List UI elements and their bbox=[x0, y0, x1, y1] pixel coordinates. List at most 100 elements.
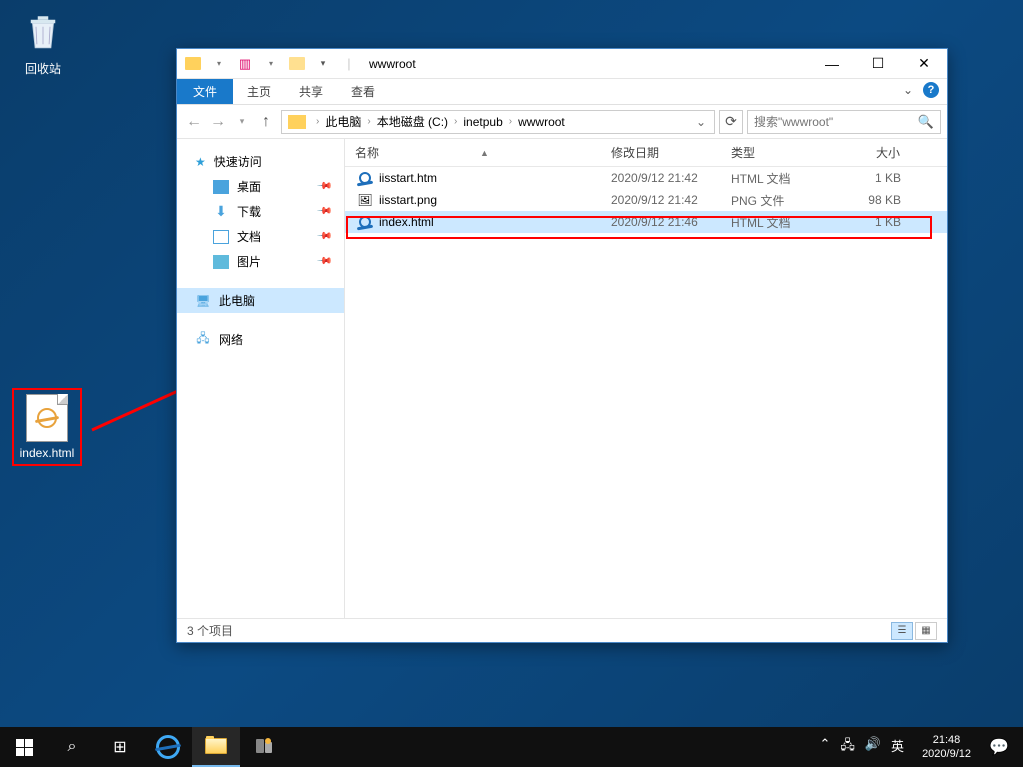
breadcrumb-root[interactable]: 此电脑 bbox=[325, 113, 361, 130]
search-icon[interactable]: 🔍 bbox=[918, 114, 934, 130]
sidebar-desktop[interactable]: 桌面 📌 bbox=[177, 174, 344, 199]
search-box[interactable]: 🔍 bbox=[747, 110, 941, 134]
taskbar-clock[interactable]: 21:48 2020/9/12 bbox=[914, 733, 979, 762]
tray-network-icon[interactable]: 🖧 bbox=[840, 736, 855, 758]
pin-icon: 📌 bbox=[315, 253, 332, 270]
view-details-icon[interactable]: ☰ bbox=[891, 622, 913, 640]
nav-history-icon[interactable]: ▾ bbox=[231, 111, 253, 133]
ie-file-icon bbox=[357, 170, 373, 186]
sidebar-label: 桌面 bbox=[237, 178, 261, 195]
image-file-icon: 🖼 bbox=[357, 192, 373, 208]
chevron-right-icon[interactable]: › bbox=[509, 116, 512, 127]
breadcrumb-dir1[interactable]: inetpub bbox=[463, 115, 502, 129]
refresh-icon[interactable]: ⟳ bbox=[719, 110, 743, 134]
qat-newfolder-icon[interactable] bbox=[285, 53, 309, 75]
file-date: 2020/9/12 21:46 bbox=[601, 215, 721, 229]
file-size: 98 KB bbox=[841, 193, 911, 207]
tray-sound-icon[interactable]: 🔊 bbox=[865, 736, 881, 758]
file-row-selected[interactable]: index.html 2020/9/12 21:46 HTML 文档 1 KB bbox=[345, 211, 947, 233]
tray-ime-icon[interactable]: 英 bbox=[891, 736, 904, 758]
pin-icon: 📌 bbox=[315, 203, 332, 220]
desktop-file-index[interactable]: index.html bbox=[12, 388, 82, 466]
sidebar-downloads[interactable]: ⬇ 下载 📌 bbox=[177, 199, 344, 224]
tab-home[interactable]: 主页 bbox=[233, 79, 285, 104]
nav-back-icon[interactable]: ← bbox=[183, 111, 205, 133]
view-icons-icon[interactable]: ▦ bbox=[915, 622, 937, 640]
sidebar-quick-access[interactable]: ★ 快速访问 bbox=[177, 149, 344, 174]
sidebar-label: 快速访问 bbox=[214, 153, 262, 170]
tab-file[interactable]: 文件 bbox=[177, 79, 233, 104]
file-name: iisstart.png bbox=[379, 193, 437, 207]
sidebar-label: 网络 bbox=[219, 331, 243, 348]
search-button[interactable]: ⌕ bbox=[48, 727, 96, 767]
tray-up-icon[interactable]: ⌃ bbox=[819, 736, 830, 758]
minimize-button[interactable]: — bbox=[809, 49, 855, 78]
taskbar-explorer[interactable] bbox=[192, 727, 240, 767]
sort-asc-icon: ▲ bbox=[480, 148, 489, 158]
file-date: 2020/9/12 21:42 bbox=[601, 193, 721, 207]
file-row[interactable]: iisstart.htm 2020/9/12 21:42 HTML 文档 1 K… bbox=[345, 167, 947, 189]
file-explorer-window: ▾ ▥ ▾ ▾ | wwwroot — ☐ ✕ 文件 主页 共享 查看 ⌄ ? … bbox=[176, 48, 948, 643]
sidebar-network[interactable]: 🖧 网络 bbox=[177, 327, 344, 352]
chevron-right-icon[interactable]: › bbox=[316, 116, 319, 127]
col-type[interactable]: 类型 bbox=[721, 144, 841, 161]
ribbon-expand-icon[interactable]: ⌄ bbox=[903, 83, 913, 97]
recycle-bin-icon[interactable]: 回收站 bbox=[8, 8, 78, 77]
search-input[interactable] bbox=[754, 115, 918, 129]
chevron-right-icon[interactable]: › bbox=[367, 116, 370, 127]
pc-icon: 🖥 bbox=[195, 294, 211, 308]
recycle-bin-label: 回收站 bbox=[8, 60, 78, 77]
file-size: 1 KB bbox=[841, 171, 911, 185]
sidebar-documents[interactable]: 文档 📌 bbox=[177, 224, 344, 249]
clock-time: 21:48 bbox=[922, 733, 971, 747]
col-size[interactable]: 大小 bbox=[841, 144, 911, 161]
file-size: 1 KB bbox=[841, 215, 911, 229]
close-button[interactable]: ✕ bbox=[901, 49, 947, 78]
sidebar-label: 图片 bbox=[237, 253, 261, 270]
breadcrumb[interactable]: › 此电脑 › 本地磁盘 (C:) › inetpub › wwwroot ⌄ bbox=[281, 110, 715, 134]
help-icon[interactable]: ? bbox=[923, 82, 939, 98]
breadcrumb-drive[interactable]: 本地磁盘 (C:) bbox=[377, 113, 448, 130]
pin-icon: 📌 bbox=[315, 228, 332, 245]
qat-folder-icon[interactable] bbox=[181, 53, 205, 75]
ie-file-icon bbox=[357, 214, 373, 230]
pin-icon: 📌 bbox=[315, 178, 332, 195]
file-row[interactable]: 🖼 iisstart.png 2020/9/12 21:42 PNG 文件 98 … bbox=[345, 189, 947, 211]
sidebar-this-pc[interactable]: 🖥 此电脑 bbox=[177, 288, 344, 313]
breadcrumb-folder-icon bbox=[288, 115, 306, 129]
file-type: PNG 文件 bbox=[721, 192, 841, 209]
star-icon: ★ bbox=[195, 155, 206, 169]
sidebar-pictures[interactable]: 图片 📌 bbox=[177, 249, 344, 274]
chevron-right-icon[interactable]: › bbox=[454, 116, 457, 127]
download-icon: ⬇ bbox=[213, 205, 229, 219]
taskbar-server-manager[interactable] bbox=[240, 727, 288, 767]
sidebar-label: 下载 bbox=[237, 203, 261, 220]
breadcrumb-dropdown-icon[interactable]: ⌄ bbox=[690, 115, 712, 129]
tab-share[interactable]: 共享 bbox=[285, 79, 337, 104]
window-title: wwwroot bbox=[365, 57, 809, 71]
ribbon-tabs: 文件 主页 共享 查看 ⌄ ? bbox=[177, 79, 947, 105]
desktop-file-label: index.html bbox=[18, 446, 76, 460]
file-name: iisstart.htm bbox=[379, 171, 437, 185]
qat-overflow[interactable]: ▾ bbox=[311, 53, 335, 75]
qat-dropdown2[interactable]: ▾ bbox=[259, 53, 283, 75]
nav-forward-icon: → bbox=[207, 111, 229, 133]
clock-date: 2020/9/12 bbox=[922, 747, 971, 761]
breadcrumb-dir2[interactable]: wwwroot bbox=[518, 115, 565, 129]
nav-up-icon[interactable]: ↑ bbox=[255, 111, 277, 133]
qat-dropdown[interactable]: ▾ bbox=[207, 53, 231, 75]
notifications-icon[interactable]: 💬 bbox=[979, 737, 1019, 757]
col-name[interactable]: 名称 ▲ bbox=[345, 144, 601, 161]
taskbar: ⌕ ⊞ ⌃ 🖧 🔊 英 21:48 2020/9/12 💬 bbox=[0, 727, 1023, 767]
start-button[interactable] bbox=[0, 727, 48, 767]
status-bar: 3 个项目 ☰ ▦ bbox=[177, 618, 947, 642]
taskbar-ie[interactable] bbox=[144, 727, 192, 767]
qat-properties-icon[interactable]: ▥ bbox=[233, 53, 257, 75]
task-view-button[interactable]: ⊞ bbox=[96, 727, 144, 767]
col-date[interactable]: 修改日期 bbox=[601, 144, 721, 161]
tab-view[interactable]: 查看 bbox=[337, 79, 389, 104]
file-date: 2020/9/12 21:42 bbox=[601, 171, 721, 185]
titlebar: ▾ ▥ ▾ ▾ | wwwroot — ☐ ✕ bbox=[177, 49, 947, 79]
file-type: HTML 文档 bbox=[721, 170, 841, 187]
maximize-button[interactable]: ☐ bbox=[855, 49, 901, 78]
